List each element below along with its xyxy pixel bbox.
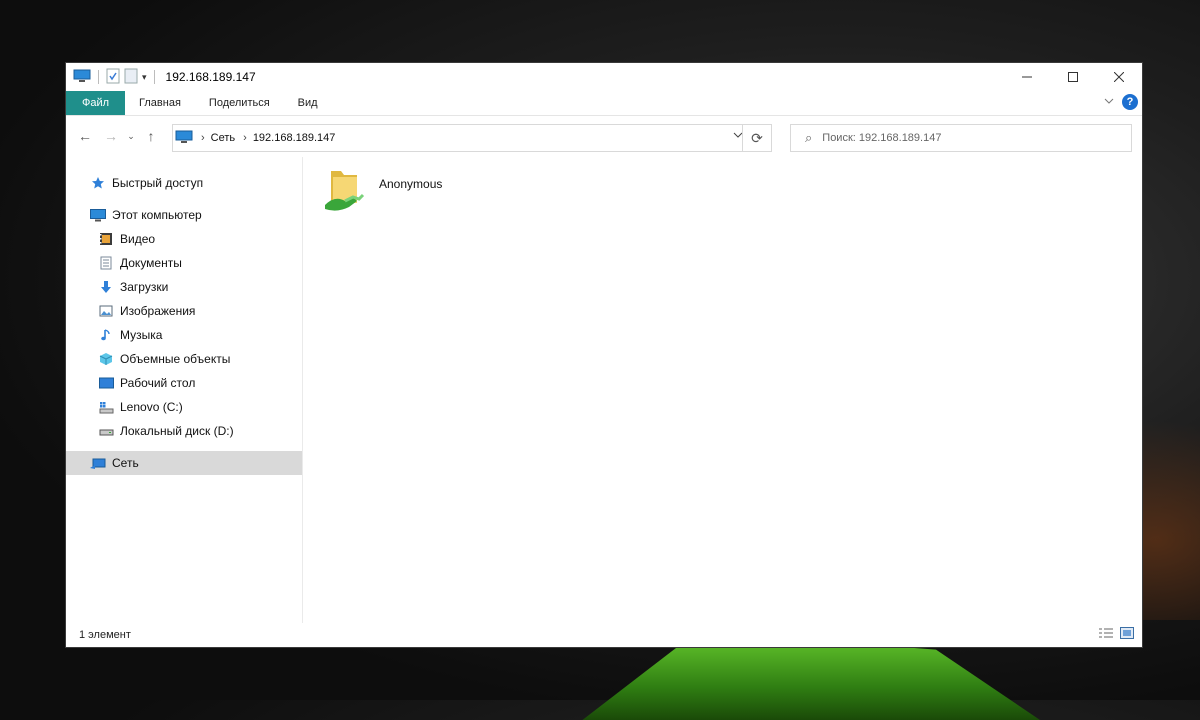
- close-button[interactable]: [1096, 63, 1142, 91]
- toolbar-separator: [98, 70, 99, 84]
- video-folder-icon: [98, 231, 114, 247]
- ribbon-tabs: Файл Главная Поделиться Вид ?: [66, 91, 1142, 116]
- minimize-button[interactable]: [1004, 63, 1050, 91]
- new-folder-icon[interactable]: [124, 68, 138, 87]
- sidebar-item-label: Сеть: [112, 456, 139, 470]
- toolbar-separator: [153, 70, 155, 84]
- ribbon-right-controls: ?: [1104, 94, 1138, 110]
- sidebar-item-label: Lenovo (C:): [120, 400, 183, 414]
- back-arrow-icon[interactable]: ←: [72, 128, 98, 144]
- sidebar-item-video[interactable]: Видео: [66, 227, 302, 251]
- downloads-arrow-icon: [98, 279, 114, 295]
- tab-view[interactable]: Вид: [284, 91, 332, 115]
- maximize-button[interactable]: [1050, 63, 1096, 91]
- search-box[interactable]: ⌕ Поиск: 192.168.189.147: [790, 124, 1132, 152]
- chevron-right-icon[interactable]: ›: [201, 132, 205, 144]
- up-arrow-icon[interactable]: ↑: [138, 128, 164, 144]
- computer-icon: [90, 207, 106, 223]
- windows-drive-icon: [98, 399, 114, 415]
- sidebar-item-network[interactable]: Сеть: [66, 451, 302, 475]
- forward-arrow-icon[interactable]: →: [98, 128, 124, 144]
- address-bar[interactable]: › Сеть › 192.168.189.147 ⟳: [172, 124, 772, 152]
- network-computer-icon: [175, 130, 193, 147]
- local-drive-icon: [98, 423, 114, 439]
- explorer-window: ▾ 192.168.189.147 Файл Главная Поделитьс…: [65, 62, 1143, 648]
- large-icons-view-icon[interactable]: [1120, 627, 1134, 642]
- documents-folder-icon: [98, 255, 114, 271]
- expand-ribbon-icon[interactable]: [1104, 96, 1114, 108]
- item-count: 1 элемент: [79, 629, 131, 641]
- view-switcher: [1098, 627, 1134, 642]
- recent-locations-icon[interactable]: ⌄: [124, 131, 138, 142]
- navigation-bar: ← → ⌄ ↑ › Сеть › 192.168.189.147 ⟳ ⌕ Пои…: [66, 116, 1142, 156]
- breadcrumb-host[interactable]: 192.168.189.147: [253, 132, 336, 144]
- item-name: Anonymous: [379, 177, 443, 191]
- help-button[interactable]: ?: [1122, 94, 1138, 110]
- sidebar-item-documents[interactable]: Документы: [66, 251, 302, 275]
- breadcrumb-network[interactable]: Сеть: [211, 132, 235, 144]
- sidebar-item-3d-objects[interactable]: Объемные объекты: [66, 347, 302, 371]
- details-view-icon[interactable]: [1098, 627, 1114, 642]
- quick-access-toolbar: ▾: [66, 68, 158, 87]
- title-bar: ▾ 192.168.189.147: [66, 63, 1142, 91]
- tab-share[interactable]: Поделиться: [195, 91, 284, 115]
- sidebar-item-pictures[interactable]: Изображения: [66, 299, 302, 323]
- sidebar-item-label: Музыка: [120, 328, 163, 342]
- sidebar-item-drive-c[interactable]: Lenovo (C:): [66, 395, 302, 419]
- sidebar-item-downloads[interactable]: Загрузки: [66, 275, 302, 299]
- network-icon: [90, 455, 106, 471]
- 3d-objects-icon: [98, 351, 114, 367]
- sidebar-item-desktop[interactable]: Рабочий стол: [66, 371, 302, 395]
- sidebar-item-label: Изображения: [120, 304, 196, 318]
- star-icon: [90, 175, 106, 191]
- sidebar-item-label: Загрузки: [120, 280, 169, 294]
- navigation-pane: Быстрый доступ Этот компьютер Видео Доку…: [66, 157, 303, 623]
- status-bar: 1 элемент: [66, 623, 1142, 647]
- tab-file[interactable]: Файл: [66, 91, 126, 115]
- shared-folder-icon: [323, 165, 367, 218]
- music-note-icon: [98, 327, 114, 343]
- window-controls: [1004, 63, 1142, 91]
- chevron-right-icon[interactable]: ›: [243, 132, 247, 144]
- sidebar-item-label: Видео: [120, 232, 156, 246]
- tab-home[interactable]: Главная: [125, 91, 195, 115]
- sidebar-item-label: Этот компьютер: [112, 208, 202, 222]
- background-tent: [582, 640, 1040, 720]
- list-item[interactable]: Anonymous: [323, 165, 442, 218]
- search-icon: ⌕: [805, 130, 813, 145]
- properties-icon[interactable]: [106, 68, 120, 87]
- sidebar-item-label: Локальный диск (D:): [120, 424, 234, 438]
- refresh-icon[interactable]: ⟳: [742, 125, 771, 151]
- sidebar-item-label: Документы: [120, 256, 182, 270]
- sidebar-item-label: Объемные объекты: [120, 352, 231, 366]
- sidebar-item-label: Рабочий стол: [120, 376, 196, 390]
- window-title: 192.168.189.147: [165, 70, 256, 84]
- sidebar-item-music[interactable]: Музыка: [66, 323, 302, 347]
- computer-icon: [73, 69, 91, 86]
- sidebar-item-quick-access[interactable]: Быстрый доступ: [66, 171, 302, 195]
- file-list: Anonymous: [303, 157, 1142, 623]
- sidebar-item-drive-d[interactable]: Локальный диск (D:): [66, 419, 302, 443]
- content-area: Быстрый доступ Этот компьютер Видео Доку…: [66, 157, 1142, 623]
- search-placeholder: Поиск: 192.168.189.147: [822, 132, 942, 144]
- desktop-icon: [98, 375, 114, 391]
- sidebar-item-label: Быстрый доступ: [112, 176, 204, 190]
- sidebar-item-this-pc[interactable]: Этот компьютер: [66, 203, 302, 227]
- customize-toolbar-icon[interactable]: ▾: [142, 72, 147, 83]
- pictures-folder-icon: [98, 303, 114, 319]
